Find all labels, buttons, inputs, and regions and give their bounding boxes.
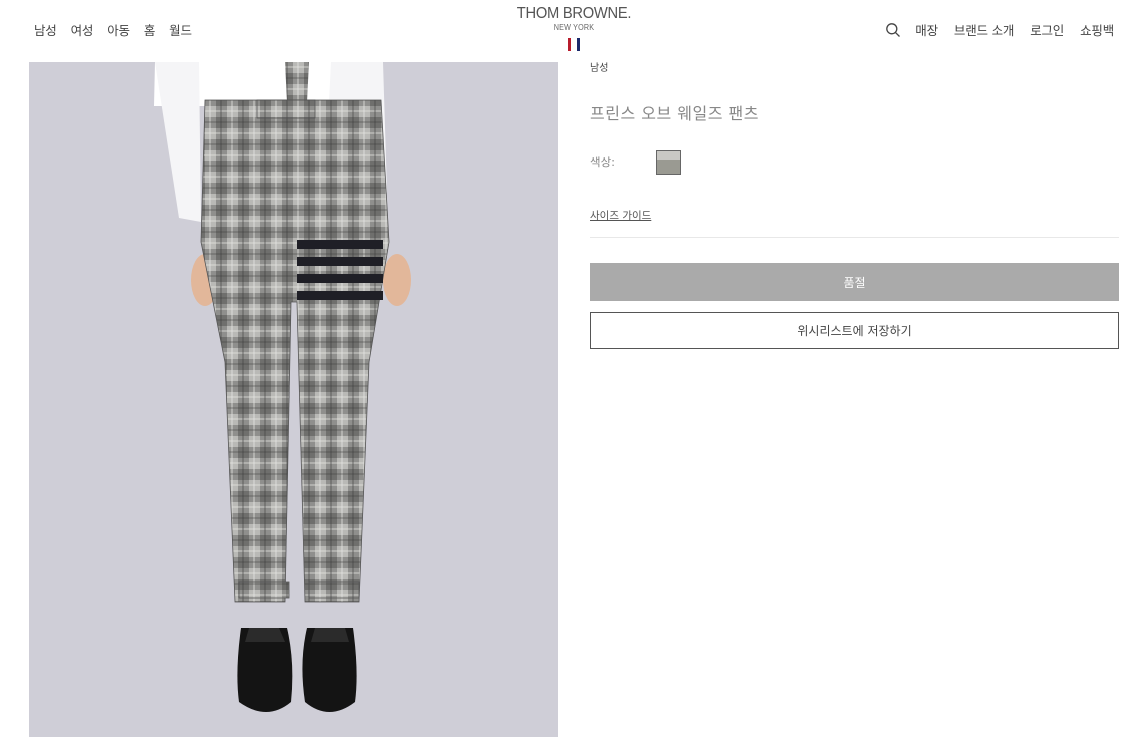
add-to-wishlist-button[interactable]: 위시리스트에 저장하기 — [590, 312, 1119, 349]
product-image[interactable] — [29, 62, 558, 737]
product-photo-illustration — [154, 62, 411, 712]
site-header: 남성 여성 아동 홈 월드 THOM BROWNE. NEW YORK 매장 브… — [0, 0, 1136, 62]
nav-item-world[interactable]: 월드 — [169, 20, 192, 39]
product-title: 프린스 오브 웨일즈 팬츠 — [590, 104, 759, 123]
nav-item-shopping-bag[interactable]: 쇼핑백 — [1080, 20, 1114, 39]
brand-logo[interactable]: THOM BROWNE. NEW YORK — [508, 5, 640, 51]
search-icon[interactable] — [885, 22, 901, 38]
nav-item-women[interactable]: 여성 — [71, 20, 94, 39]
divider — [590, 237, 1119, 238]
size-guide-link[interactable]: 사이즈 가이드 — [590, 208, 651, 223]
color-swatch-grey[interactable] — [656, 150, 681, 175]
sold-out-button[interactable]: 품절 — [590, 263, 1119, 301]
tricolor-flag-icon — [508, 38, 640, 51]
utility-nav: 매장 브랜드 소개 로그인 쇼핑백 — [885, 20, 1114, 39]
nav-item-login[interactable]: 로그인 — [1030, 20, 1064, 39]
logo-city: NEW YORK — [553, 23, 595, 32]
nav-item-men[interactable]: 남성 — [34, 20, 57, 39]
nav-item-about-brand[interactable]: 브랜드 소개 — [954, 20, 1014, 39]
main-nav: 남성 여성 아동 홈 월드 — [34, 20, 192, 39]
nav-item-home[interactable]: 홈 — [144, 20, 156, 39]
nav-item-stores[interactable]: 매장 — [915, 20, 938, 39]
nav-item-kids[interactable]: 아동 — [107, 20, 130, 39]
color-label: 색상: — [590, 155, 616, 169]
logo-brand: THOM BROWNE. — [516, 5, 632, 22]
